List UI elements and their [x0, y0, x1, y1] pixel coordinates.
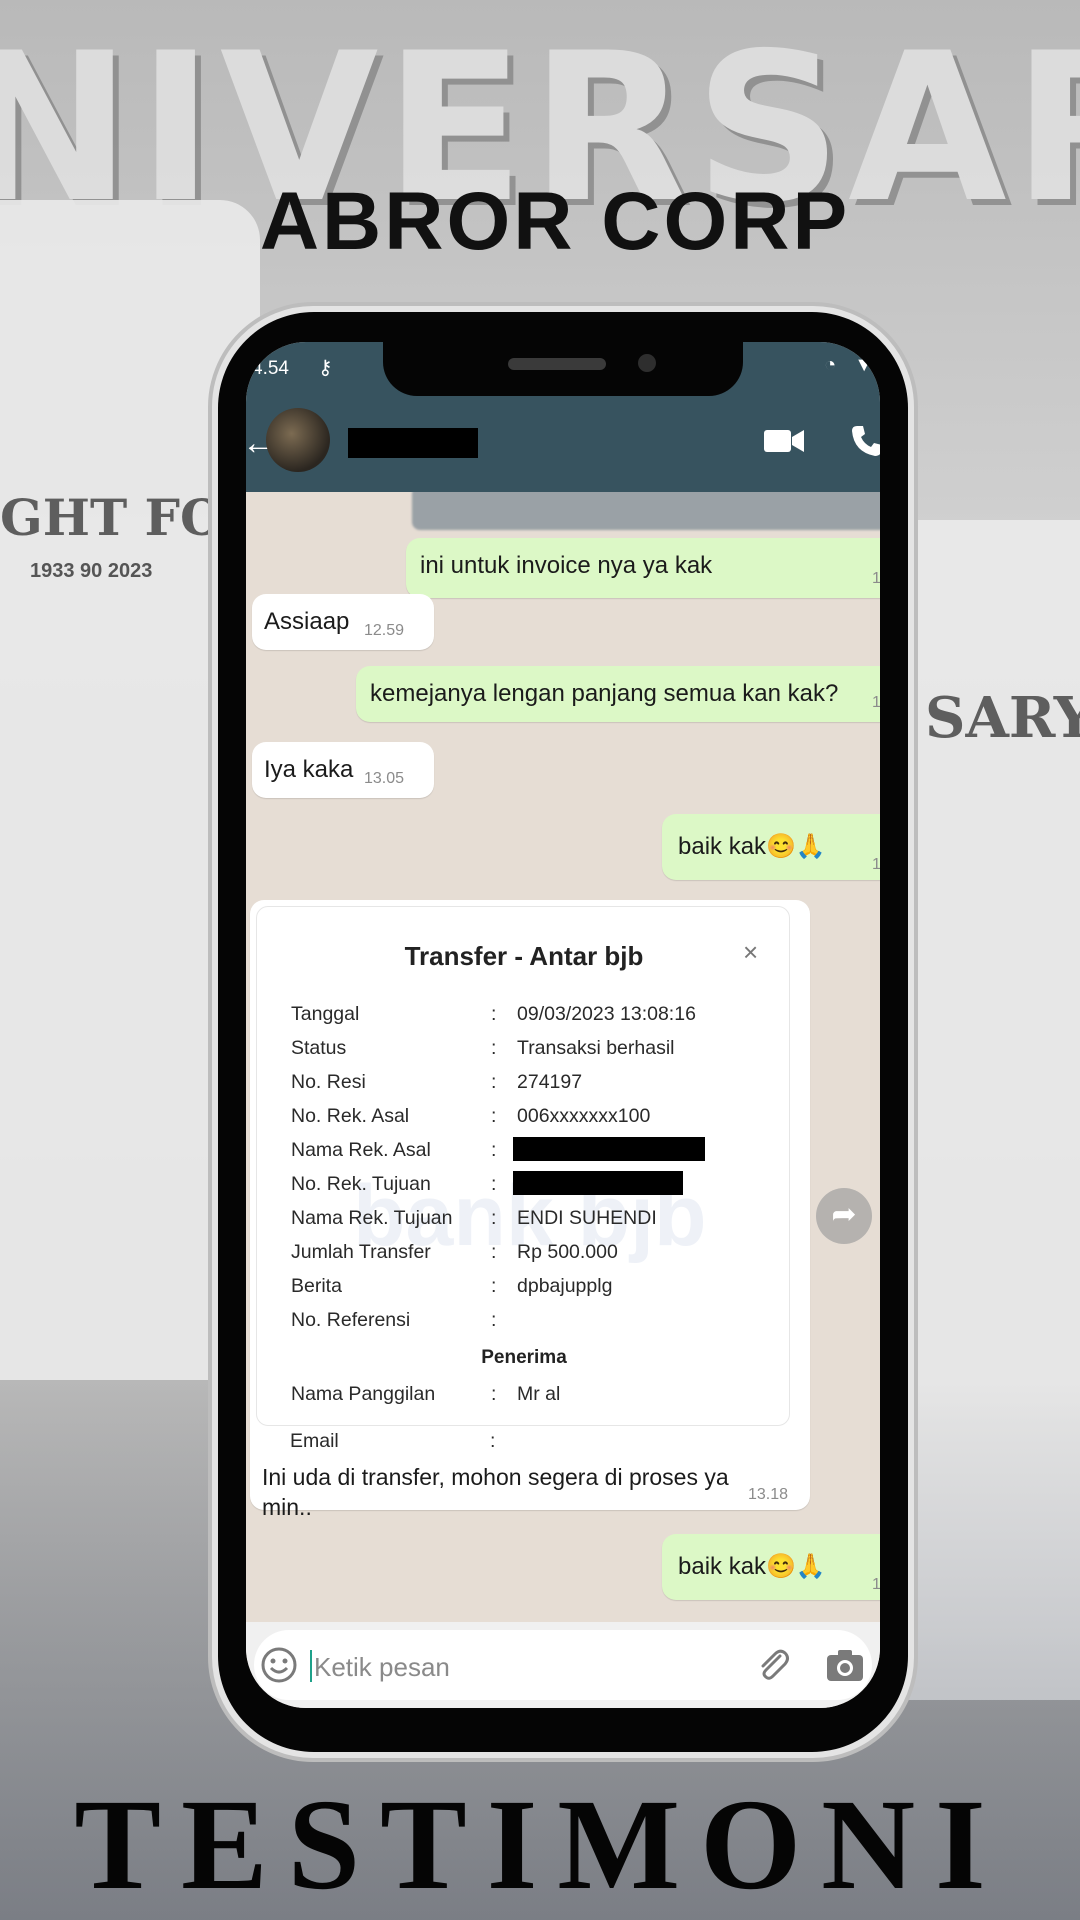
receipt-value: 274197 [517, 1071, 583, 1093]
message-bubble-out[interactable]: kemejanya lengan panjang semua kan kak? … [356, 666, 880, 722]
message-bubble-out[interactable]: ini untuk invoice nya ya kak 12 [406, 538, 880, 598]
message-text: Assiaap [264, 608, 350, 635]
receipt-label: No. Resi [291, 1071, 366, 1093]
message-text: Ini uda di transfer, mohon segera di pro… [262, 1464, 729, 1520]
receipt-colon: : [491, 1105, 497, 1127]
receipt-value: ENDI SUHENDI [517, 1207, 657, 1229]
status-time: 4.54 [252, 358, 289, 379]
composer-bar: Ketik pesan [246, 1622, 880, 1708]
message-time: 12 [872, 570, 880, 587]
message-text: ini untuk invoice nya ya kak [420, 552, 713, 579]
voice-call-icon[interactable] [850, 424, 880, 458]
video-call-icon[interactable] [764, 428, 804, 454]
message-bubble-in[interactable]: Assiaap 12.59 [252, 594, 434, 650]
avatar[interactable] [266, 408, 330, 472]
emoji-icon[interactable] [260, 1646, 298, 1684]
message-time: 13 [872, 694, 880, 711]
receipt-value: Mr al [517, 1383, 561, 1405]
receipt-colon: : [491, 1173, 497, 1195]
receipt-colon: : [491, 1241, 497, 1263]
tshirt-left-years: 1933 90 2023 [30, 560, 153, 582]
receipt-value: Rp 500.000 [517, 1241, 618, 1263]
receipt-colon: : [491, 1207, 497, 1229]
receipt-label: Berita [291, 1275, 342, 1297]
camera-icon[interactable] [826, 1648, 864, 1682]
forward-icon[interactable]: ➦ [816, 1188, 872, 1244]
receipt-label: Jumlah Transfer [291, 1241, 431, 1263]
receipt-value: 09/03/2023 13:08:16 [517, 1003, 696, 1025]
message-text: kemejanya lengan panjang semua kan kak? [370, 680, 839, 707]
receipt-label: No. Rek. Tujuan [291, 1173, 431, 1195]
status-icons: ◔ ▼ [824, 354, 874, 377]
receipt-value: dpbajupplg [517, 1275, 613, 1297]
phone-screen: 4.54 ⚷ ◔ ▼ ← ini untuk invoice nya ya ka… [246, 342, 880, 1708]
receipt-colon: : [490, 1430, 496, 1452]
message-time: 13.05 [364, 770, 405, 787]
receipt-label: Nama Rek. Tujuan [291, 1207, 453, 1229]
brand-title: ABROR CORP [259, 176, 851, 267]
message-text: baik kak😊🙏 [678, 833, 826, 860]
message-text: baik kak😊🙏 [678, 1553, 826, 1580]
receipt-label: Email [290, 1430, 339, 1452]
message-time: 13.18 [748, 1486, 789, 1503]
image-message-preview[interactable] [412, 492, 880, 530]
transfer-receipt[interactable]: bank bjb Transfer - Antar bjb × Tanggal … [256, 906, 790, 1426]
receipt-colon: : [491, 1037, 497, 1059]
receipt-colon: : [491, 1309, 497, 1331]
chat-thread: ini untuk invoice nya ya kak 12 Assiaap … [246, 492, 880, 1622]
redacted-value [513, 1171, 683, 1195]
message-text: Iya kaka [264, 756, 354, 783]
receipt-label: Status [291, 1037, 347, 1059]
message-time: 13 [872, 1576, 880, 1593]
footer-title: TESTIMONI [74, 1773, 1006, 1917]
receipt-colon: : [491, 1383, 497, 1405]
receipt-title: Transfer - Antar bjb [404, 941, 644, 971]
contact-name-redacted[interactable] [348, 428, 478, 458]
tshirt-right-print: SARY [925, 685, 1080, 751]
alarm-icon: ◔ [824, 354, 837, 376]
receipt-label: No. Referensi [291, 1309, 411, 1331]
receipt-colon: : [491, 1139, 497, 1161]
receipt-label: Tanggal [291, 1003, 360, 1025]
message-time: 13 [872, 856, 880, 873]
receipt-colon: : [491, 1003, 497, 1025]
receipt-value: Transaksi berhasil [517, 1037, 675, 1059]
front-camera [638, 354, 656, 372]
receipt-colon: : [491, 1275, 497, 1297]
receipt-section-title: Penerima [481, 1347, 567, 1368]
attach-icon[interactable] [754, 1646, 792, 1684]
message-bubble-in[interactable]: Iya kaka 13.05 [252, 742, 434, 798]
message-bubble-in-image[interactable]: bank bjb Transfer - Antar bjb × Tanggal … [250, 900, 810, 1520]
text-cursor [310, 1650, 312, 1682]
speaker-grille [508, 358, 606, 370]
phone-notch [383, 340, 743, 396]
redacted-value [513, 1137, 705, 1161]
receipt-label: Nama Panggilan [291, 1383, 436, 1405]
receipt-colon: : [491, 1071, 497, 1093]
receipt-label: No. Rek. Asal [291, 1105, 410, 1127]
wifi-icon: ▼ [854, 354, 874, 376]
receipt-label: Nama Rek. Asal [291, 1139, 431, 1161]
message-time: 12.59 [364, 622, 405, 639]
close-icon: × [743, 937, 759, 967]
message-bubble-out[interactable]: baik kak😊🙏 13 [662, 814, 880, 880]
message-placeholder: Ketik pesan [314, 1652, 450, 1682]
message-input[interactable]: Ketik pesan [254, 1630, 872, 1700]
message-bubble-out[interactable]: baik kak😊🙏 13 [662, 1534, 880, 1600]
vpn-key-icon: ⚷ [318, 357, 333, 379]
receipt-value: 006xxxxxxx100 [517, 1105, 651, 1127]
